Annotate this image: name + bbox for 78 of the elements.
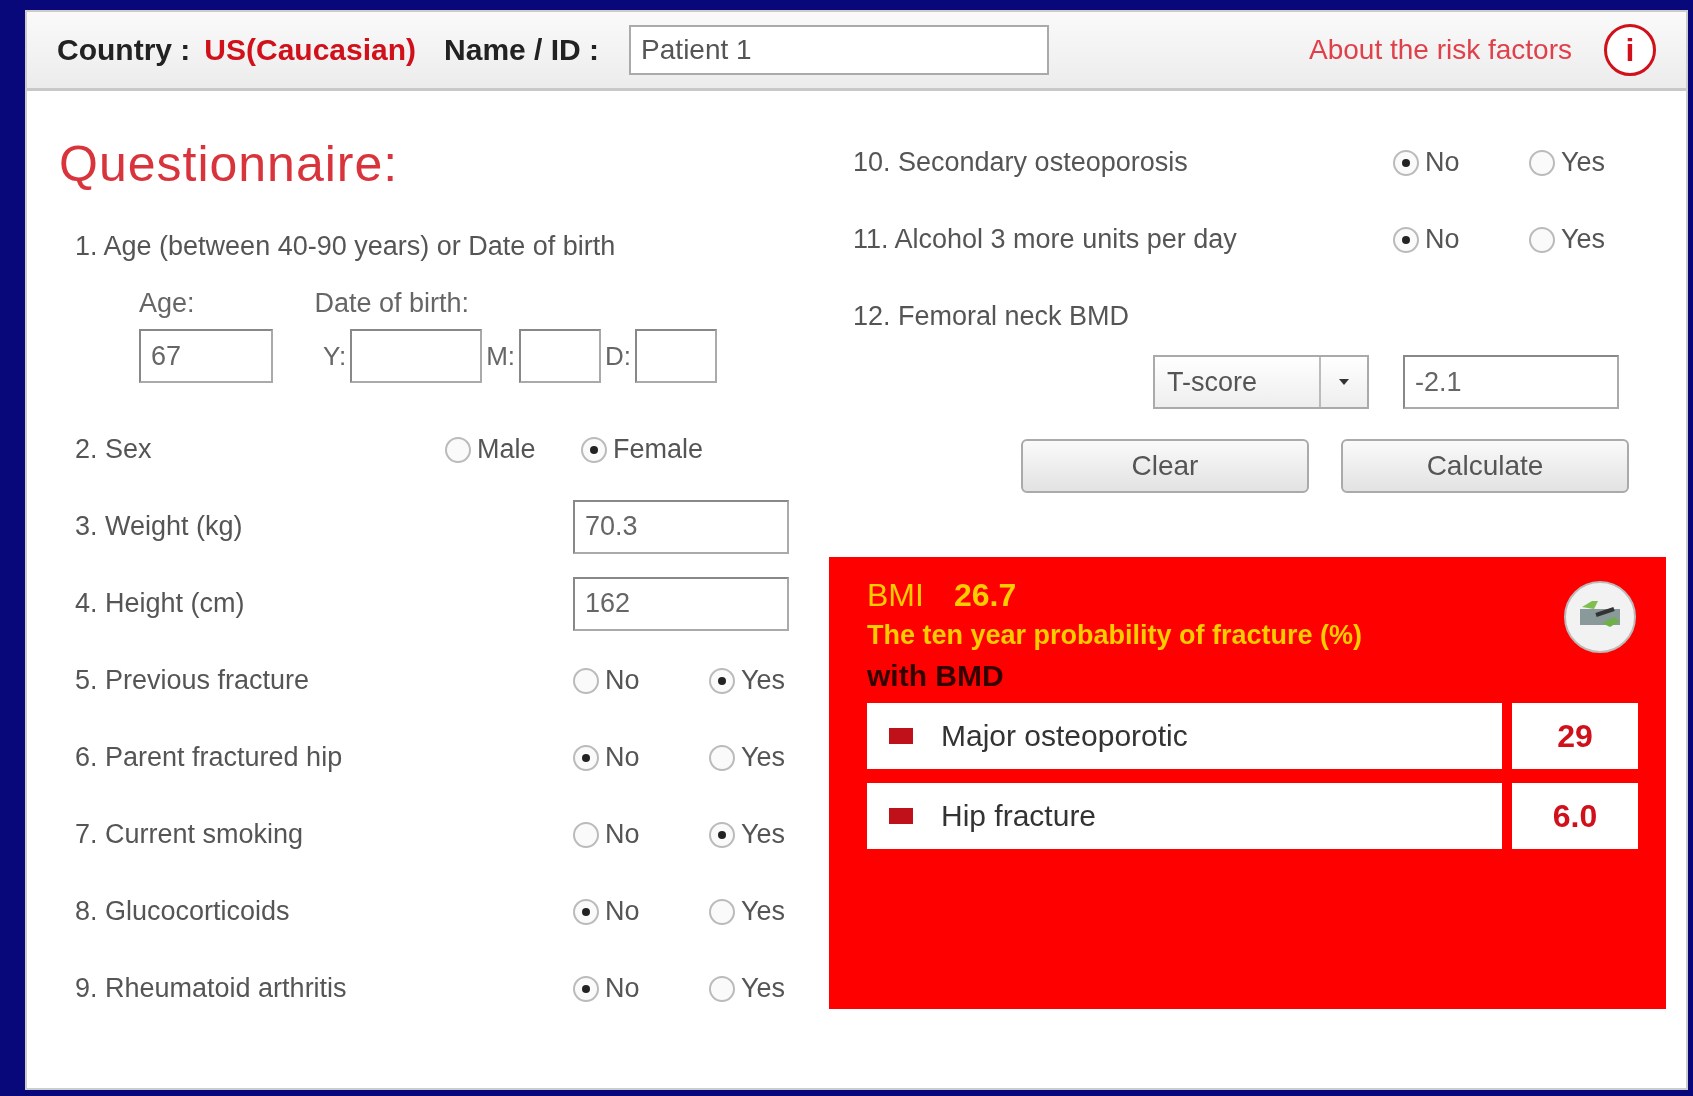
radio-button[interactable] [1529, 149, 1555, 176]
option-label[interactable]: No [1425, 224, 1495, 255]
year-field[interactable] [350, 329, 483, 383]
radio-button[interactable] [1393, 226, 1419, 253]
day-label: D: [605, 340, 632, 372]
year-label: Y: [323, 340, 347, 372]
radio-button[interactable] [573, 667, 599, 694]
result-label: Major osteoporotic [941, 719, 1188, 753]
option-label[interactable]: Yes [741, 742, 811, 773]
option-label[interactable]: Yes [741, 819, 811, 850]
question-label: 7. Current smoking [75, 819, 305, 850]
option-label[interactable]: Yes [741, 973, 811, 1004]
radio-button[interactable] [709, 898, 735, 925]
question-label: 1. Age (between 40-90 years) or Date of birth [75, 231, 617, 262]
option-label[interactable]: No [605, 665, 675, 696]
bmi-value: 26.7 [953, 577, 1017, 614]
result-label: Hip fracture [941, 799, 1097, 833]
bmi-label: BMI [867, 577, 924, 614]
radio-button[interactable] [1393, 149, 1419, 176]
country-value: US(Caucasian) [204, 33, 417, 67]
question-label: 3. Weight (kg) [75, 511, 244, 542]
measurement-field[interactable]: 162 [573, 576, 789, 631]
info-button[interactable]: i [1604, 24, 1656, 76]
radio-button[interactable] [709, 744, 735, 771]
option-label[interactable]: No [605, 742, 675, 773]
result-value: 29 [1512, 703, 1638, 769]
bmd-field[interactable]: -2.1 [1403, 355, 1619, 409]
form-button[interactable]: Calculate [1341, 439, 1629, 493]
radio-button[interactable] [581, 436, 607, 463]
age-field[interactable]: 67 [139, 329, 273, 383]
question-label: 4. Height (cm) [75, 588, 246, 619]
question-label: 12. Femoral neck BMD [853, 301, 1131, 333]
age-label: Age: [139, 288, 195, 319]
question-label: 5. Previous fracture [75, 665, 311, 696]
radio-button[interactable] [573, 744, 599, 771]
option-label[interactable]: Yes [741, 665, 811, 696]
dob-label: Date of birth: [314, 288, 470, 319]
option-label[interactable]: Male [477, 434, 547, 465]
month-label: M: [486, 340, 516, 372]
question-label: 6. Parent fractured hip [75, 742, 344, 773]
measurement-field[interactable]: 70.3 [573, 499, 789, 554]
question-label: 8. Glucocorticoids [75, 896, 291, 927]
option-label[interactable]: Yes [741, 896, 811, 927]
bullet-icon [889, 728, 913, 744]
about-link[interactable]: About the risk factors [1309, 34, 1572, 66]
radio-button[interactable] [709, 667, 735, 694]
option-label[interactable]: Yes [1561, 147, 1631, 178]
probability-title: The ten year probability of fracture (%) [867, 620, 1363, 651]
bullet-icon [889, 808, 913, 824]
round-badge-icon[interactable] [1562, 579, 1638, 655]
name-field[interactable]: Patient 1 [629, 25, 1050, 75]
radio-button[interactable] [573, 898, 599, 925]
question-label: 9. Rheumatoid arthritis [75, 973, 348, 1004]
question-label: 11. Alcohol 3 more units per day [853, 224, 1238, 255]
form-button[interactable]: Clear [1021, 439, 1309, 493]
section-heading: with BMD [867, 659, 1005, 693]
question-label: 10. Secondary osteoporosis [853, 147, 1189, 178]
result-value: 6.0 [1512, 783, 1638, 849]
option-label[interactable]: No [605, 973, 675, 1004]
radio-button[interactable] [573, 821, 599, 848]
option-label[interactable]: No [605, 896, 675, 927]
radio-button[interactable] [709, 975, 735, 1002]
country-label: Country : [57, 33, 191, 67]
radio-button[interactable] [573, 975, 599, 1002]
option-label[interactable]: Yes [1561, 224, 1631, 255]
name-label: Name / ID : [444, 33, 600, 67]
question-label: 2. Sex [75, 434, 153, 465]
day-field[interactable] [635, 329, 718, 383]
radio-button[interactable] [445, 436, 471, 463]
score-dropdown[interactable]: T-score [1153, 355, 1369, 409]
option-label[interactable]: No [605, 819, 675, 850]
month-field[interactable] [519, 329, 602, 383]
caret-icon [1339, 379, 1349, 385]
option-label[interactable]: No [1425, 147, 1495, 178]
radio-button[interactable] [709, 821, 735, 848]
questionnaire-title: Questionnaire: [59, 135, 400, 194]
option-label[interactable]: Female [613, 434, 704, 465]
radio-button[interactable] [1529, 226, 1555, 253]
